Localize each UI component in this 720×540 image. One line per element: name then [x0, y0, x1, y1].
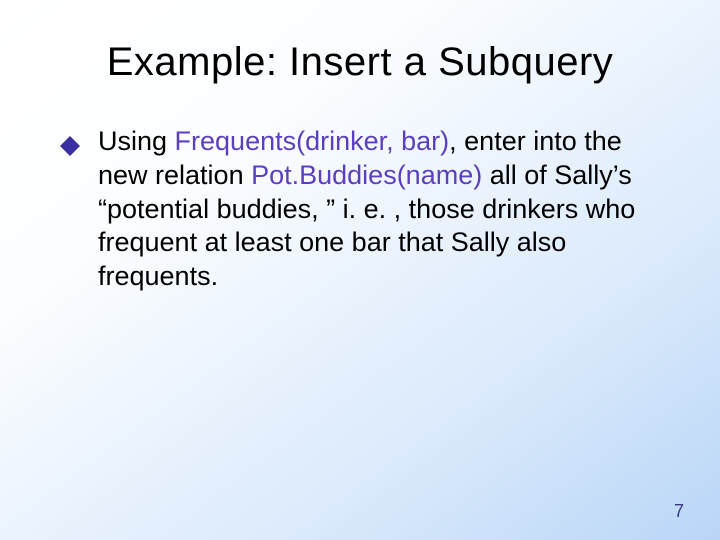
- slide: Example: Insert a Subquery Using Frequen…: [0, 0, 720, 540]
- schema-text: Pot.Buddies(name): [251, 160, 482, 190]
- text-fragment: Using: [98, 126, 175, 156]
- body-text: Using Frequents(drinker, bar), enter int…: [50, 125, 670, 294]
- page-number: 7: [674, 501, 684, 522]
- slide-title: Example: Insert a Subquery: [50, 40, 670, 85]
- diamond-bullet-icon: [60, 131, 80, 151]
- schema-text: Frequents(drinker, bar): [175, 126, 450, 156]
